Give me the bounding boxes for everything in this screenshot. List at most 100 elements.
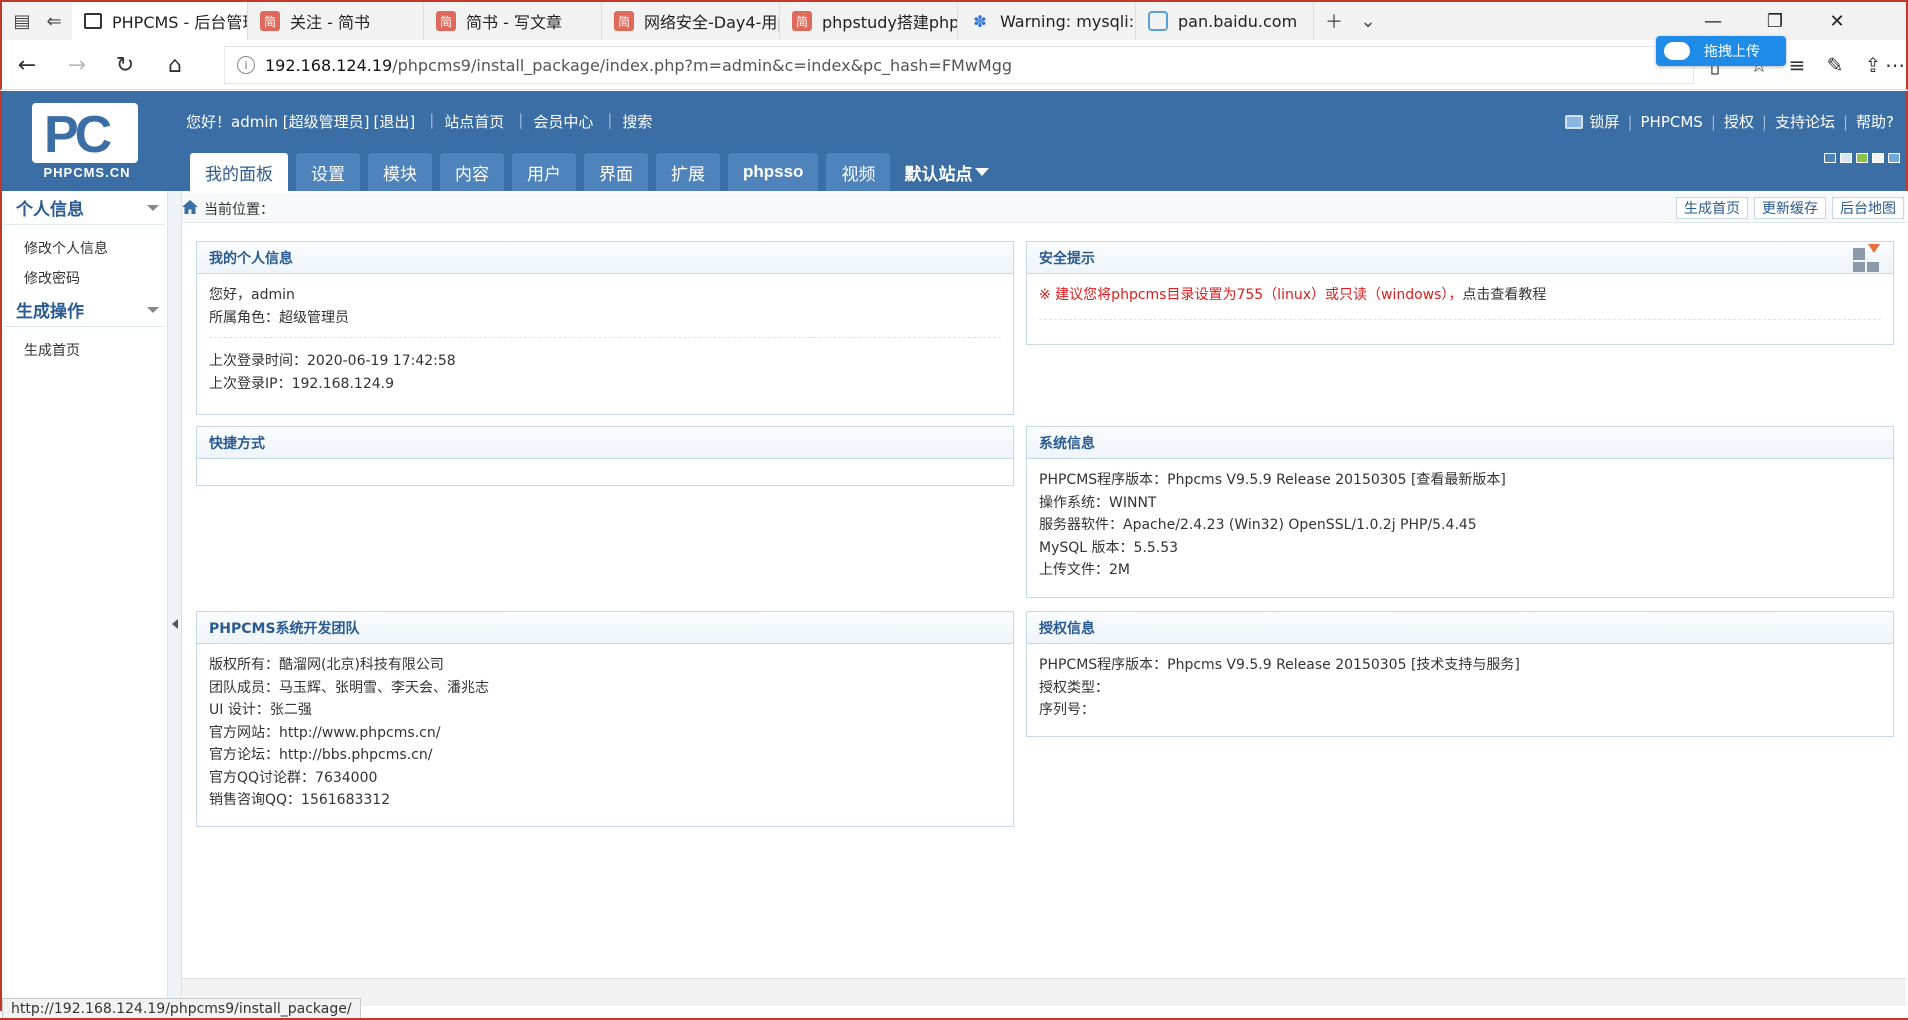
- minimize-icon[interactable]: —: [1682, 2, 1744, 40]
- jianshu-icon: 简: [260, 11, 280, 31]
- sidebar-item-generate-home[interactable]: 生成首页: [2, 335, 167, 365]
- panel-my-info: 我的个人信息 您好，admin 所属角色：超级管理员 上次登录时间：2020-0…: [196, 241, 1014, 415]
- skin-swatch[interactable]: [1872, 153, 1884, 163]
- panel-license-info: 授权信息 PHPCMS程序版本：Phpcms V9.5.9 Release 20…: [1026, 611, 1894, 737]
- mysql-version: MySQL 版本：5.5.53: [1039, 539, 1179, 556]
- home-icon[interactable]: ⌂: [158, 50, 192, 80]
- program-version: PHPCMS程序版本：Phpcms V9.5.9 Release 2015030…: [1039, 472, 1506, 488]
- web-note-icon[interactable]: ✎: [1820, 50, 1850, 80]
- generate-home-button[interactable]: 生成首页: [1676, 197, 1748, 219]
- address-toolbar: ← → ↻ ⌂ i 192.168.124.19/phpcms9/install…: [0, 40, 1908, 90]
- refresh-icon[interactable]: ↻: [108, 50, 142, 80]
- new-tab-icon[interactable]: ＋: [1320, 8, 1348, 34]
- baidu-cloud-icon: [1664, 42, 1690, 60]
- logout-link[interactable]: [退出]: [373, 111, 415, 132]
- tab-security-day4[interactable]: 简 网络安全-Day4-用phps: [602, 2, 780, 40]
- menu-interface[interactable]: 界面: [584, 153, 648, 191]
- divider: [209, 337, 1001, 338]
- search-link[interactable]: 搜索: [622, 111, 652, 132]
- ui-designer: UI 设计：张二强: [209, 702, 312, 718]
- browser-tab-strip: ▤ ⇐ PHPCMS - 后台管理 ✕ 简 关注 - 简书 简 简书 - 写文章…: [0, 0, 1908, 40]
- forum-link[interactable]: 支持论坛: [1775, 111, 1835, 132]
- greeting: 您好！admin [超级管理员]: [186, 113, 370, 131]
- menu-phpsso[interactable]: phpsso: [728, 153, 819, 191]
- divider: [1039, 318, 1881, 320]
- collapse-arrow-icon[interactable]: [147, 306, 159, 313]
- site-home-link[interactable]: 站点首页: [444, 111, 504, 132]
- admin-map-button[interactable]: 后台地图: [1832, 197, 1904, 219]
- jianshu-icon: 简: [792, 11, 812, 31]
- team-members: 团队成员：马玉辉、张明雪、李天会、潘兆志: [209, 679, 489, 696]
- tab-warning-mysqli[interactable]: ✽ Warning: mysqli::mysql: [958, 2, 1136, 40]
- panel-system-info: 系统信息 PHPCMS程序版本：Phpcms V9.5.9 Release 20…: [1026, 426, 1894, 598]
- last-login-ip: 上次登录IP：192.168.124.9: [209, 375, 394, 392]
- tab-title: PHPCMS - 后台管理: [112, 13, 248, 32]
- skin-swatch[interactable]: [1824, 153, 1836, 163]
- restore-icon[interactable]: ❐: [1744, 2, 1806, 40]
- skin-swatch[interactable]: [1856, 153, 1868, 163]
- close-window-icon[interactable]: ✕: [1806, 2, 1868, 40]
- menu-users[interactable]: 用户: [512, 153, 576, 191]
- qq-group: 官方QQ讨论群：7634000: [209, 769, 378, 786]
- panel-shortcuts: 快捷方式: [196, 426, 1014, 486]
- tab-jianshu-write[interactable]: 简 简书 - 写文章: [424, 2, 602, 40]
- member-center-link[interactable]: 会员中心: [533, 111, 593, 132]
- skin-swatch[interactable]: [1888, 153, 1900, 163]
- role-text: 所属角色：超级管理员: [209, 309, 349, 326]
- license-link[interactable]: 授权: [1724, 111, 1754, 132]
- panel-title: 授权信息: [1027, 612, 1893, 644]
- address-field[interactable]: i 192.168.124.19/phpcms9/install_package…: [224, 46, 1694, 84]
- panel-title: 安全提示: [1027, 242, 1893, 274]
- set-aside-tabs-icon[interactable]: ⇐: [40, 8, 68, 34]
- menu-modules[interactable]: 模块: [368, 153, 432, 191]
- upload-limit: 上传文件：2M: [1039, 562, 1130, 578]
- phpcms-logo[interactable]: PC PHPCMS.CN: [28, 103, 142, 180]
- tab-phpcms[interactable]: PHPCMS - 后台管理 ✕: [72, 2, 248, 40]
- menu-extensions[interactable]: 扩展: [656, 153, 720, 191]
- tab-title: 网络安全-Day4-用phps: [644, 13, 779, 32]
- menu-content[interactable]: 内容: [440, 153, 504, 191]
- menu-video[interactable]: 视频: [826, 153, 891, 191]
- tab-pan-baidu[interactable]: pan.baidu.com: [1136, 2, 1314, 40]
- skin-swatch[interactable]: [1840, 153, 1852, 163]
- forward-icon[interactable]: →: [60, 50, 94, 80]
- lock-screen-icon: [1565, 114, 1584, 129]
- tab-title: phpstudy搭建php网站: [822, 13, 958, 32]
- panel-title: 快捷方式: [197, 427, 1013, 459]
- collapse-arrow-icon[interactable]: [147, 204, 159, 211]
- site-select-dropdown[interactable]: 默认站点: [904, 153, 990, 191]
- panel-title: 我的个人信息: [197, 242, 1013, 274]
- tutorial-link[interactable]: 点击查看教程: [1462, 287, 1546, 303]
- sidebar-item-change-password[interactable]: 修改密码: [2, 263, 167, 293]
- site-info-icon[interactable]: i: [237, 56, 255, 74]
- more-icon[interactable]: ⋯: [1880, 50, 1908, 80]
- tab-phpstudy[interactable]: 简 phpstudy搭建php网站: [780, 2, 958, 40]
- license-program-version: PHPCMS程序版本：Phpcms V9.5.9 Release 2015030…: [1039, 657, 1520, 673]
- license-type: 授权类型：: [1039, 679, 1109, 696]
- sidebar-section-personal[interactable]: 个人信息: [4, 191, 165, 225]
- phpcms-link[interactable]: PHPCMS: [1641, 113, 1703, 131]
- tab-title: 简书 - 写文章: [466, 13, 562, 32]
- update-cache-button[interactable]: 更新缓存: [1754, 197, 1826, 219]
- page-icon: [84, 13, 102, 29]
- drag-panel-icon[interactable]: [1853, 242, 1883, 272]
- collapse-sidebar-icon[interactable]: [172, 619, 178, 629]
- sidebar-section-generate[interactable]: 生成操作: [4, 293, 165, 327]
- tab-list-chevron-icon[interactable]: ⌄: [1354, 8, 1382, 34]
- back-icon[interactable]: ←: [10, 50, 44, 80]
- favorites-hub-icon[interactable]: ≡: [1782, 50, 1812, 80]
- lock-screen-link[interactable]: 锁屏: [1589, 111, 1619, 132]
- tab-title: pan.baidu.com: [1178, 11, 1298, 31]
- sidebar-splitter[interactable]: [168, 191, 182, 1011]
- hello-text: 您好，admin: [209, 287, 295, 303]
- tab-manager-icon[interactable]: ▤: [8, 8, 36, 34]
- breadcrumb: 当前位置： 生成首页 更新缓存 后台地图: [182, 193, 1906, 223]
- menu-my-panel[interactable]: 我的面板: [190, 153, 288, 191]
- url-path: /phpcms9/install_package/index.php?m=adm…: [392, 55, 1013, 75]
- drag-upload-button[interactable]: 拖拽上传: [1656, 36, 1786, 66]
- status-bar: http://192.168.124.19/phpcms9/install_pa…: [2, 998, 361, 1020]
- help-link[interactable]: 帮助?: [1856, 111, 1894, 132]
- tab-jianshu-follow[interactable]: 简 关注 - 简书: [248, 2, 424, 40]
- sidebar-item-edit-profile[interactable]: 修改个人信息: [2, 233, 167, 263]
- menu-settings[interactable]: 设置: [296, 153, 360, 191]
